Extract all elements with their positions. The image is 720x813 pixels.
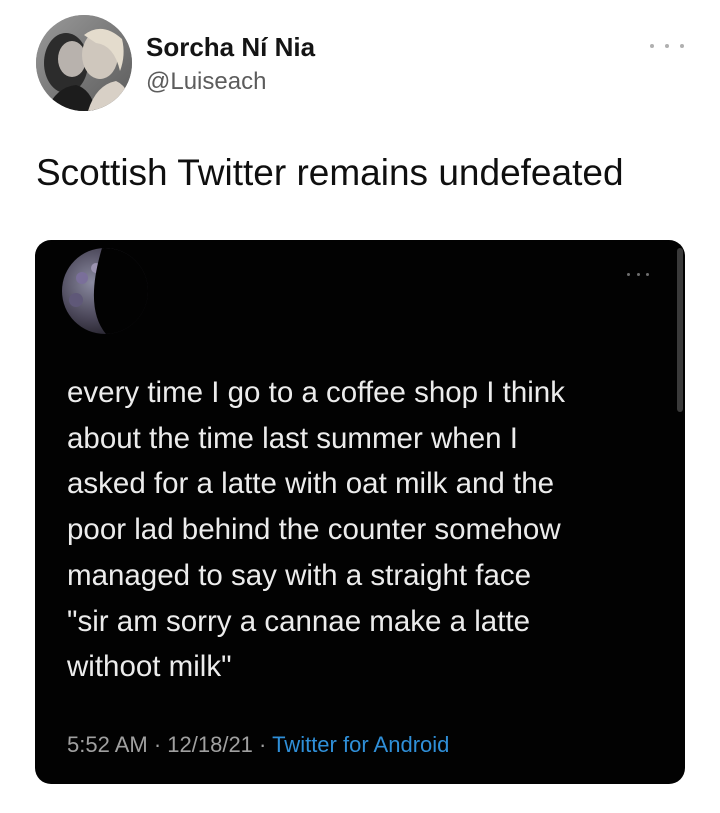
more-horizontal-icon[interactable] xyxy=(650,38,684,54)
more-dot xyxy=(636,272,640,276)
tweet-source-link[interactable]: Twitter for Android xyxy=(272,732,449,757)
more-dot xyxy=(665,44,669,48)
more-dot xyxy=(680,44,684,48)
author-avatar[interactable] xyxy=(36,15,132,111)
author-display-name[interactable]: Sorcha Ní Nia xyxy=(146,32,315,63)
quoted-avatar-photo xyxy=(62,248,148,334)
more-dot xyxy=(650,44,654,48)
more-dot xyxy=(627,272,630,276)
tweet-date: 12/18/21 xyxy=(167,732,253,757)
meta-separator: · xyxy=(252,732,273,757)
avatar-photo xyxy=(36,15,132,111)
author-handle[interactable]: @Luiseach xyxy=(146,68,266,96)
tweet-time: 5:52 AM xyxy=(67,732,148,757)
tweet-text: Scottish Twitter remains undefeated xyxy=(36,152,624,193)
quoted-more-horizontal-icon[interactable] xyxy=(627,268,649,280)
meta-separator: · xyxy=(147,732,168,757)
scrollbar[interactable] xyxy=(677,248,683,412)
quoted-tweet-screenshot[interactable]: every time I go to a coffee shop I think… xyxy=(35,240,685,784)
more-dot xyxy=(646,272,649,276)
quoted-author-avatar xyxy=(62,248,148,334)
quoted-tweet-meta: 5:52 AM · 12/18/21 · Twitter for Android xyxy=(67,732,449,758)
quoted-tweet-text: every time I go to a coffee shop I think… xyxy=(67,376,565,684)
